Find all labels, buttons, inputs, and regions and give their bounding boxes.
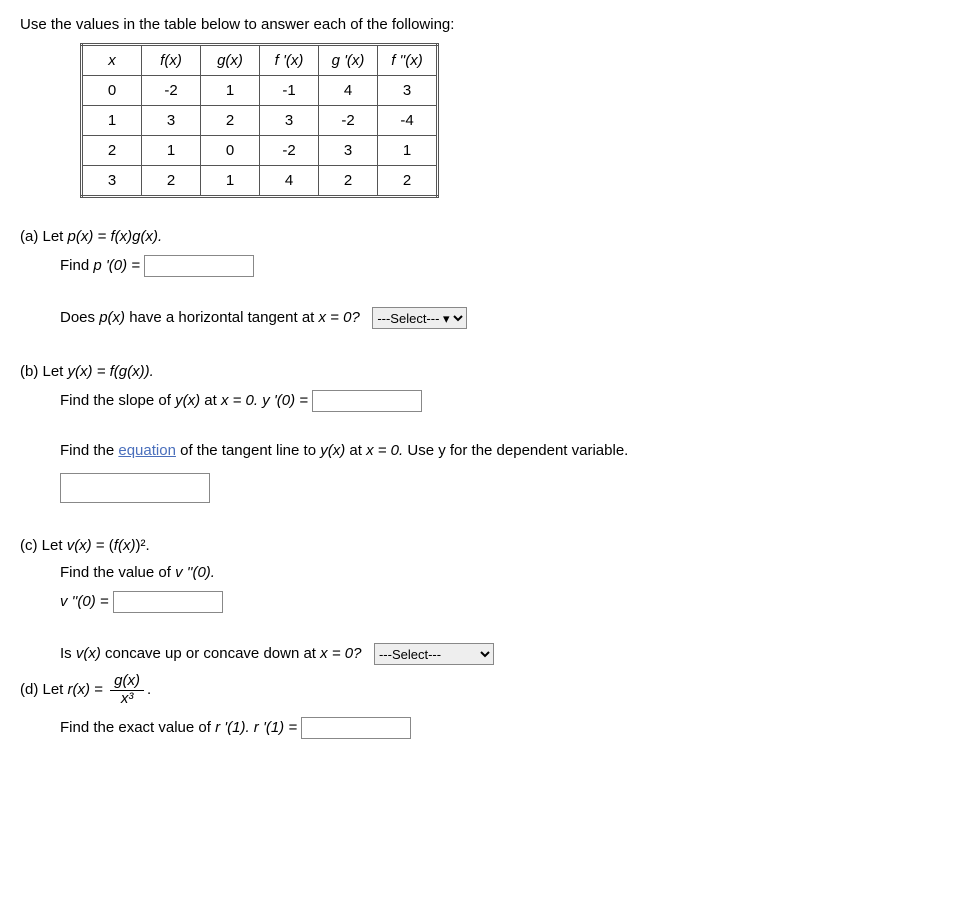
pb-tan-fn: y(x): [320, 442, 345, 459]
intro-text: Use the values in the table below to ans…: [20, 16, 945, 33]
pb-tan-xeq: x = 0.: [366, 442, 407, 459]
pb-def-rhs: = f(g(x)).: [93, 363, 154, 380]
pb-slope-xeq: x = 0.: [221, 392, 262, 409]
pa-select[interactable]: ---Select--- ▾: [372, 307, 467, 329]
pb-tangent-input[interactable]: [60, 473, 210, 503]
pc-answer-input[interactable]: [113, 591, 223, 613]
part-b-label: (b) Let: [20, 363, 68, 380]
pc-def-lhs: v(x): [67, 537, 92, 554]
pb-tan-suffix: Use y for the dependent variable.: [407, 442, 628, 459]
pd-answer-input[interactable]: [301, 717, 411, 739]
pb-def-lhs: y(x): [68, 363, 93, 380]
part-a: (a) Let p(x) = f(x)g(x). Find p '(0) = D…: [20, 228, 945, 329]
cell: 1: [201, 76, 260, 106]
pc-q-mid: concave up or concave down at: [101, 645, 320, 662]
part-a-label: (a) Let: [20, 228, 68, 245]
pd-frac-den: x³: [110, 691, 144, 708]
cell: 1: [378, 136, 438, 166]
pd-find-expr2: r '(1) =: [254, 719, 297, 736]
pb-slope-fn: y(x): [175, 392, 200, 409]
pc-find-label: Find the value of: [60, 564, 175, 581]
pb-tan-at: at: [345, 442, 366, 459]
cell: 2: [201, 106, 260, 136]
table-header-row: x f(x) g(x) f '(x) g '(x) f ''(x): [82, 45, 438, 76]
col-fpx: f '(x): [260, 45, 319, 76]
pc-q-xeq: x = 0?: [320, 645, 361, 662]
col-gx: g(x): [201, 45, 260, 76]
pc-def-fn: f(x): [114, 537, 136, 554]
cell: 1: [142, 136, 201, 166]
cell: 2: [319, 166, 378, 197]
col-x: x: [82, 45, 142, 76]
part-c-label: (c) Let: [20, 537, 67, 554]
cell: 2: [82, 136, 142, 166]
pd-period: .: [147, 681, 151, 698]
cell: -1: [260, 76, 319, 106]
pa-q-xeq: x = 0?: [319, 309, 360, 326]
pb-slope-input[interactable]: [312, 390, 422, 412]
pd-eq: =: [90, 681, 107, 698]
pd-frac-num: g(x): [110, 673, 144, 691]
pb-tan-link[interactable]: equation: [118, 442, 176, 459]
pb-tan-mid: of the tangent line to: [176, 442, 320, 459]
cell: 3: [82, 166, 142, 197]
pa-q-fn: p(x): [99, 309, 125, 326]
part-b: (b) Let y(x) = f(g(x)). Find the slope o…: [20, 363, 945, 503]
col-fx: f(x): [142, 45, 201, 76]
pd-find-label: Find the exact value of: [60, 719, 215, 736]
pc-v-expr: v ''(0) =: [60, 593, 109, 610]
cell: -4: [378, 106, 438, 136]
pd-find-expr1: r '(1).: [215, 719, 254, 736]
cell: 3: [378, 76, 438, 106]
pa-q-prefix: Does: [60, 309, 99, 326]
cell: 3: [142, 106, 201, 136]
cell: 1: [82, 106, 142, 136]
table-row: 3 2 1 4 2 2: [82, 166, 438, 197]
cell: -2: [260, 136, 319, 166]
cell: 0: [201, 136, 260, 166]
cell: -2: [319, 106, 378, 136]
pa-answer-input[interactable]: [144, 255, 254, 277]
pc-q-prefix: Is: [60, 645, 76, 662]
cell: -2: [142, 76, 201, 106]
pc-find-expr: v ''(0).: [175, 564, 215, 581]
pc-select[interactable]: ---Select---: [374, 643, 494, 665]
cell: 4: [260, 166, 319, 197]
col-gpx: g '(x): [319, 45, 378, 76]
pa-find-label: Find: [60, 257, 93, 274]
pa-def-rhs: = f(x)g(x).: [93, 228, 162, 245]
pb-tan-prefix: Find the: [60, 442, 118, 459]
cell: 3: [260, 106, 319, 136]
part-d: (d) Let r(x) = g(x)x³. Find the exact va…: [20, 673, 945, 739]
pa-def-lhs: p(x): [68, 228, 94, 245]
pb-slope-mid: at: [200, 392, 221, 409]
cell: 4: [319, 76, 378, 106]
pc-q-fn: v(x): [76, 645, 101, 662]
pd-fraction: g(x)x³: [110, 673, 144, 707]
cell: 1: [201, 166, 260, 197]
pb-slope-prefix: Find the slope of: [60, 392, 175, 409]
pc-def-pre: = (: [92, 537, 114, 554]
cell: 0: [82, 76, 142, 106]
values-table: x f(x) g(x) f '(x) g '(x) f ''(x) 0 -2 1…: [80, 43, 439, 198]
pb-slope-expr: y '(0) =: [262, 392, 308, 409]
pc-def-period: .: [145, 537, 149, 554]
col-fppx: f ''(x): [378, 45, 438, 76]
table-row: 0 -2 1 -1 4 3: [82, 76, 438, 106]
pc-def-post: )²: [135, 537, 145, 554]
pa-q-mid: have a horizontal tangent at: [125, 309, 318, 326]
table-row: 2 1 0 -2 3 1: [82, 136, 438, 166]
cell: 2: [142, 166, 201, 197]
part-c: (c) Let v(x) = (f(x))². Find the value o…: [20, 537, 945, 665]
pd-def-lhs: r(x): [68, 681, 91, 698]
cell: 2: [378, 166, 438, 197]
table-row: 1 3 2 3 -2 -4: [82, 106, 438, 136]
pa-find-expr: p '(0) =: [93, 257, 140, 274]
part-d-label: (d) Let: [20, 681, 68, 698]
cell: 3: [319, 136, 378, 166]
